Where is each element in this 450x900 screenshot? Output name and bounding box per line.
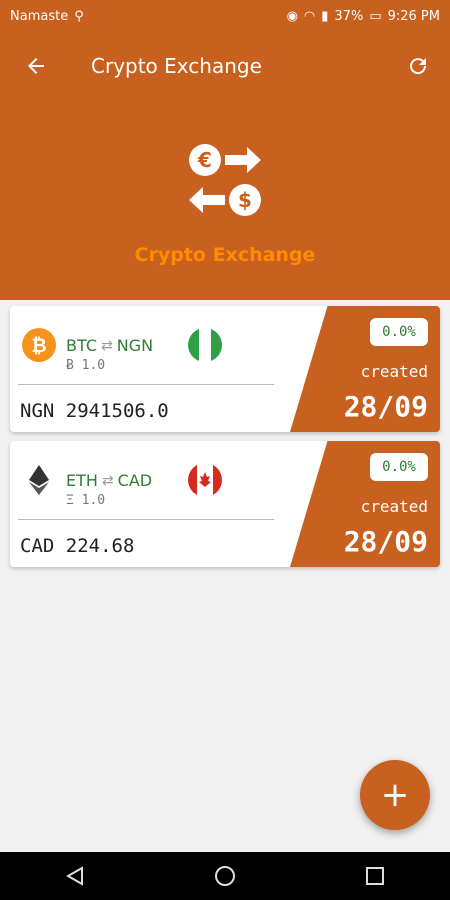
header-title: Crypto Exchange <box>134 244 316 266</box>
ethereum-icon <box>29 465 49 495</box>
app-bar: Crypto Exchange <box>0 32 450 102</box>
canada-flag-icon <box>188 463 222 497</box>
plus-icon: + <box>380 775 410 815</box>
refresh-icon <box>410 58 427 75</box>
bitcoin-icon: ₿ <box>22 328 56 362</box>
svg-text:$: $ <box>238 188 252 212</box>
converted-amount: NGN 2941506.0 <box>20 400 169 422</box>
created-date: 28/09 <box>343 525 428 558</box>
created-label: created <box>360 497 428 516</box>
nav-recents-button[interactable] <box>351 852 399 900</box>
divider <box>18 519 274 520</box>
carrier-label: Namaste <box>10 8 69 24</box>
eye-icon: ◉ <box>286 8 298 24</box>
created-date: 28/09 <box>343 390 428 423</box>
arrow-left-icon <box>28 58 44 74</box>
pair-label: ETH ⇄ CAD <box>66 471 152 490</box>
converted-amount: CAD 224.68 <box>20 535 135 557</box>
pair-label: BTC ⇄ NGN <box>66 336 153 355</box>
nav-home-button[interactable] <box>201 852 249 900</box>
back-button[interactable] <box>20 46 52 86</box>
status-bar: Namaste ⚲ ◉ ◠ ▮ 37% ▭ 9:26 PM <box>0 0 450 32</box>
to-currency: NGN <box>116 336 154 355</box>
add-exchange-button[interactable]: + <box>360 760 430 830</box>
usb-icon: ⚲ <box>74 8 84 24</box>
from-currency: BTC <box>66 336 97 355</box>
header-banner: € $ Crypto Exchange <box>0 102 450 300</box>
crypto-amount: Ƀ 1.0 <box>66 358 106 373</box>
signal-icon: ▮ <box>321 8 329 24</box>
created-label: created <box>360 362 428 381</box>
battery-icon: ▭ <box>369 8 382 24</box>
exchange-card[interactable]: ₿ BTC ⇄ NGN Ƀ 1.0 NGN 2941506.0 0.0% cre… <box>10 306 440 432</box>
system-nav-bar <box>0 852 450 900</box>
from-currency: ETH <box>66 471 98 490</box>
nav-back-button[interactable] <box>51 852 99 900</box>
to-currency: CAD <box>117 471 153 490</box>
refresh-button[interactable] <box>402 46 434 86</box>
triangle-back-icon <box>65 866 83 886</box>
time-label: 9:26 PM <box>387 8 440 24</box>
app-title: Crypto Exchange <box>91 54 262 78</box>
circle-home-icon <box>215 866 235 886</box>
swap-icon: ⇄ <box>100 337 113 354</box>
swap-icon: ⇄ <box>101 472 114 489</box>
svg-text:₿: ₿ <box>31 335 46 357</box>
battery-percent: 37% <box>334 8 364 24</box>
divider <box>18 384 274 385</box>
nigeria-flag-icon <box>188 328 222 362</box>
svg-text:€: € <box>197 148 212 172</box>
crypto-amount: Ξ 1.0 <box>66 493 106 508</box>
percent-badge: 0.0% <box>370 453 428 481</box>
currency-exchange-icon: € $ <box>189 144 261 216</box>
wifi-icon: ◠ <box>303 8 316 24</box>
exchange-card[interactable]: ETH ⇄ CAD Ξ 1.0 CAD 224.68 0.0% created … <box>10 441 440 567</box>
percent-badge: 0.0% <box>370 318 428 346</box>
square-recents-icon <box>366 867 384 885</box>
